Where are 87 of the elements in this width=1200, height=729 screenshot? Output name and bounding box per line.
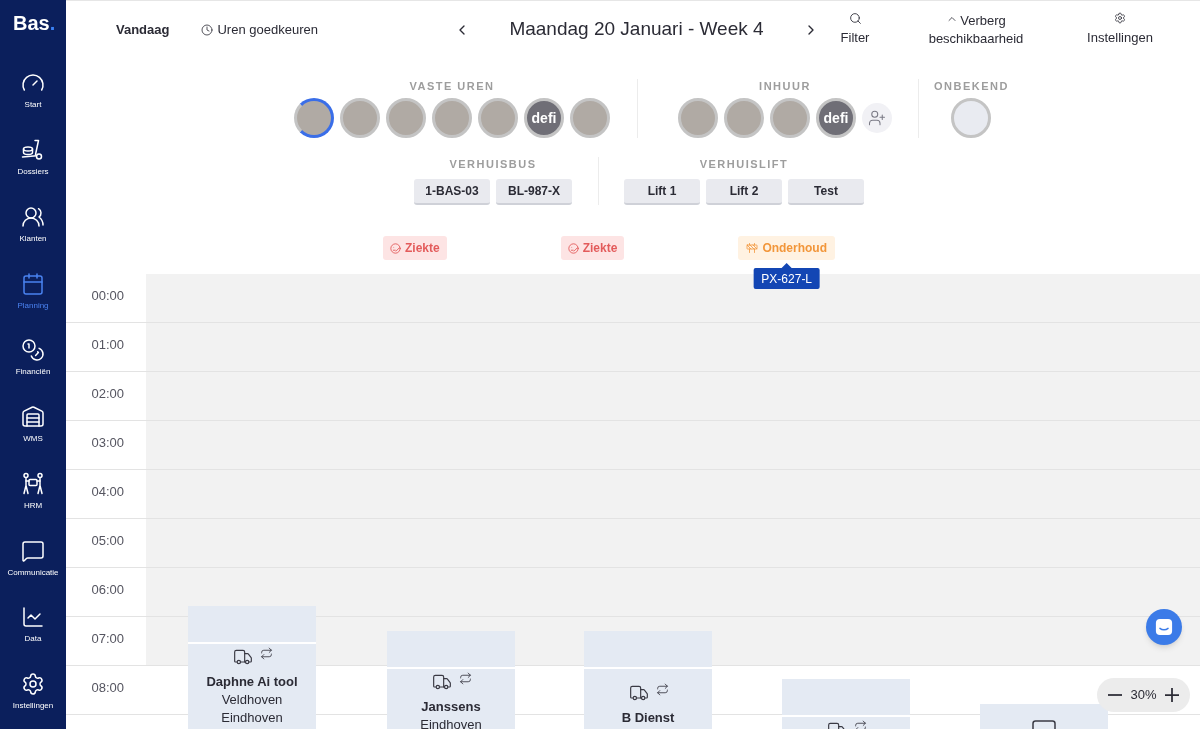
group-heading: INHUUR xyxy=(759,79,811,93)
logo[interactable]: Bas. xyxy=(13,12,56,34)
repeat-icon xyxy=(260,647,273,660)
event-title: B Dienst xyxy=(621,709,675,727)
chat-icon xyxy=(1155,618,1173,636)
nav-item[interactable]: Dossiers xyxy=(0,128,66,195)
avatar-photo[interactable] xyxy=(770,98,810,138)
event-card[interactable]: B Dienst xyxy=(584,631,712,729)
vehicle-filter-button[interactable]: Lift 2 xyxy=(706,179,782,205)
event-title: Janssens xyxy=(421,698,481,716)
event-card[interactable]: Janssens Eindhoven xyxy=(387,631,515,729)
nav-item[interactable]: Communicatie xyxy=(0,528,66,596)
event-card[interactable] xyxy=(980,704,1108,729)
truck-icon xyxy=(627,683,651,703)
chat-bubble-icon xyxy=(21,538,45,563)
nav-item[interactable]: Instellingen xyxy=(0,662,66,729)
avatar-photo[interactable] xyxy=(478,98,518,138)
line-chart-icon xyxy=(21,605,45,630)
vehicle-filter-button[interactable]: 1-BAS-03 xyxy=(414,179,490,205)
repeat-icon xyxy=(459,672,472,685)
nav-item[interactable]: WMS xyxy=(0,395,66,462)
search-icon xyxy=(848,12,862,25)
event-location: Veldhoven xyxy=(221,691,283,709)
nav-item[interactable]: Financiën xyxy=(0,328,66,396)
sick-face-icon xyxy=(567,242,579,254)
avatar-image[interactable] xyxy=(951,98,992,138)
event-title: Daphne Ai tool xyxy=(206,673,298,691)
time-label: 06:00 xyxy=(91,582,124,597)
add-person-button[interactable] xyxy=(862,103,892,133)
time-label: 05:00 xyxy=(91,533,124,548)
truck-icon xyxy=(231,647,255,667)
calendar-icon xyxy=(21,271,45,296)
time-label: 03:00 xyxy=(91,435,124,450)
time-label: 01:00 xyxy=(91,337,124,352)
avatar-photo[interactable] xyxy=(678,98,718,138)
avatar-logo[interactable]: defi xyxy=(816,98,856,138)
vehicle-filter-button[interactable]: Lift 1 xyxy=(624,179,700,205)
truck-icon xyxy=(430,672,454,692)
nav-item[interactable]: HRM xyxy=(0,461,66,529)
vehicle-filter-button[interactable]: BL-987-X xyxy=(496,179,572,205)
group-heading: VASTE UREN xyxy=(409,79,495,93)
group-heading: VERHUISBUS xyxy=(449,157,537,171)
avatar-photo[interactable] xyxy=(386,98,426,138)
event-card[interactable]: Daphne Ai tool Veldhoven Eindhoven xyxy=(188,606,316,729)
zoom-in-button[interactable] xyxy=(1164,687,1180,703)
time-label: 00:00 xyxy=(91,288,124,303)
nav-item[interactable]: Planning xyxy=(0,261,66,329)
date-title: Maandag 20 Januari - Week 4 xyxy=(509,17,764,42)
avatar-photo[interactable] xyxy=(570,98,610,138)
avatar-logo[interactable]: defi xyxy=(524,98,564,138)
event-location: Eindhoven xyxy=(221,709,283,727)
zoom-level-text: 30% xyxy=(1130,686,1157,705)
group-heading: VERHUISLIFT xyxy=(699,157,789,171)
warehouse-icon xyxy=(21,405,45,430)
vehicle-filter-button[interactable]: Test xyxy=(788,179,864,205)
repeat-icon xyxy=(656,683,669,696)
sick-face-icon xyxy=(390,242,401,254)
settings-icon xyxy=(21,672,45,697)
users-icon xyxy=(21,204,45,229)
hide-availability-button[interactable]: Verberg beschikbaarheid xyxy=(921,11,1031,48)
minus-icon xyxy=(1108,694,1122,696)
nav-item[interactable]: Start xyxy=(0,61,66,129)
nav-item[interactable]: Klanten xyxy=(0,194,66,262)
coins-icon xyxy=(21,338,45,363)
time-label: 04:00 xyxy=(91,484,124,499)
event-location: Eindhoven xyxy=(420,716,482,729)
approve-hours-button[interactable]: Uren goedkeuren xyxy=(201,19,318,40)
today-button[interactable]: Vandaag xyxy=(116,19,170,40)
avatar-photo[interactable] xyxy=(340,98,380,138)
settings-icon xyxy=(1114,12,1126,24)
add-user-icon xyxy=(868,109,886,127)
avatar-photo[interactable] xyxy=(294,98,334,138)
time-label: 08:00 xyxy=(91,680,124,695)
filter-button[interactable]: Filter xyxy=(825,12,885,47)
settings-button[interactable]: Instellingen xyxy=(1080,12,1160,47)
hand-truck-icon xyxy=(21,138,45,163)
avatar-photo[interactable] xyxy=(724,98,764,138)
plus-icon xyxy=(1165,688,1179,702)
nav-item[interactable]: Data xyxy=(0,595,66,663)
barrier-icon xyxy=(746,242,759,254)
avatar-photo[interactable] xyxy=(432,98,472,138)
time-label: 02:00 xyxy=(91,386,124,401)
people-carrying-box-icon xyxy=(21,471,45,496)
group-heading: ONBEKEND xyxy=(934,79,1009,93)
tooltip: PX-627-L xyxy=(753,263,821,289)
clock-icon xyxy=(201,23,214,36)
time-label: 07:00 xyxy=(91,631,124,646)
